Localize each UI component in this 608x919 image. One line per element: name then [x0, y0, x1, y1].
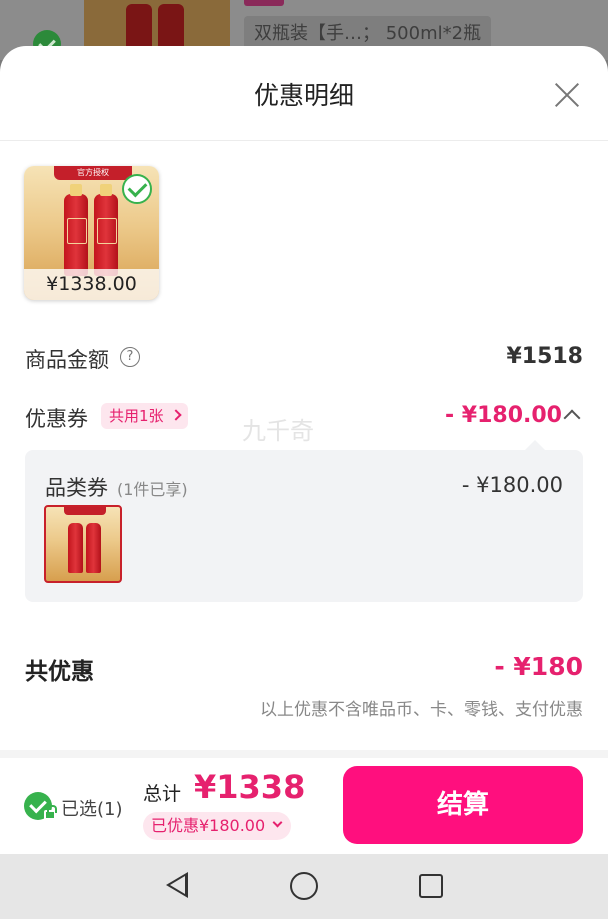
- close-icon[interactable]: [552, 79, 582, 109]
- coupon-count-text: 共用1张: [109, 407, 164, 425]
- coupon-label: 优惠券: [25, 407, 88, 431]
- sum-amount: ¥1338: [194, 768, 306, 806]
- total-discount-value: - ¥180: [494, 652, 583, 681]
- goods-amount-label: 商品金额: [25, 348, 109, 372]
- nav-back-icon[interactable]: [166, 872, 188, 898]
- discount-pill[interactable]: 已优惠¥180.00: [143, 812, 292, 840]
- total-discount-label: 共优惠: [25, 659, 94, 685]
- coupon-detail-card: 品类券 (1件已享) - ¥180.00: [25, 440, 583, 602]
- coupon-detail-name: 品类券: [45, 476, 108, 500]
- help-icon[interactable]: ?: [120, 347, 140, 367]
- product-thumbnail[interactable]: 官方授权 ¥1338.00: [24, 166, 159, 300]
- coupon-total-amount: - ¥180.00: [445, 403, 562, 428]
- sheet-title: 优惠明细: [253, 81, 354, 110]
- official-banner: 官方授权: [54, 166, 132, 180]
- checkout-bar: 已选(1) 总计 ¥1338 已优惠¥180.00 结算: [0, 758, 608, 854]
- background-tag: [244, 0, 284, 6]
- system-nav-bar: [0, 854, 608, 919]
- nav-recent-icon[interactable]: [419, 874, 443, 898]
- sum-label: 总计: [143, 783, 182, 805]
- product-price: ¥1338.00: [24, 269, 159, 300]
- bottle-image: [64, 184, 88, 276]
- product-check-icon[interactable]: [122, 174, 152, 204]
- sheet-header: 优惠明细: [0, 46, 608, 141]
- goods-amount-value: ¥1518: [506, 344, 583, 369]
- discount-note: 以上优惠不含唯品币、卡、零钱、支付优惠: [260, 700, 583, 720]
- bottle-image: [94, 184, 118, 276]
- discount-pill-text: 已优惠¥180.00: [151, 816, 266, 835]
- discount-detail-sheet: 优惠明细 官方授权 ¥1338.00 商品金额 ? ¥1518 优惠券 共用1张…: [0, 46, 608, 854]
- lock-icon: [44, 805, 57, 820]
- coupon-detail-count: (1件已享): [117, 480, 188, 499]
- selected-count: 已选(1): [61, 799, 123, 820]
- bottle-image: [86, 523, 101, 573]
- chevron-down-icon: [272, 817, 283, 828]
- chevron-up-icon[interactable]: [563, 409, 581, 427]
- watermark: 九千奇: [242, 417, 314, 445]
- chevron-right-icon: [169, 409, 182, 421]
- nav-home-icon[interactable]: [290, 872, 318, 900]
- divider: [0, 750, 608, 758]
- coupon-product-thumbnail: [44, 505, 122, 583]
- coupon-detail-amount: - ¥180.00: [461, 473, 563, 497]
- coupon-count-tag[interactable]: 共用1张: [101, 403, 188, 429]
- bottle-image: [68, 523, 83, 573]
- checkout-button[interactable]: 结算: [343, 766, 583, 844]
